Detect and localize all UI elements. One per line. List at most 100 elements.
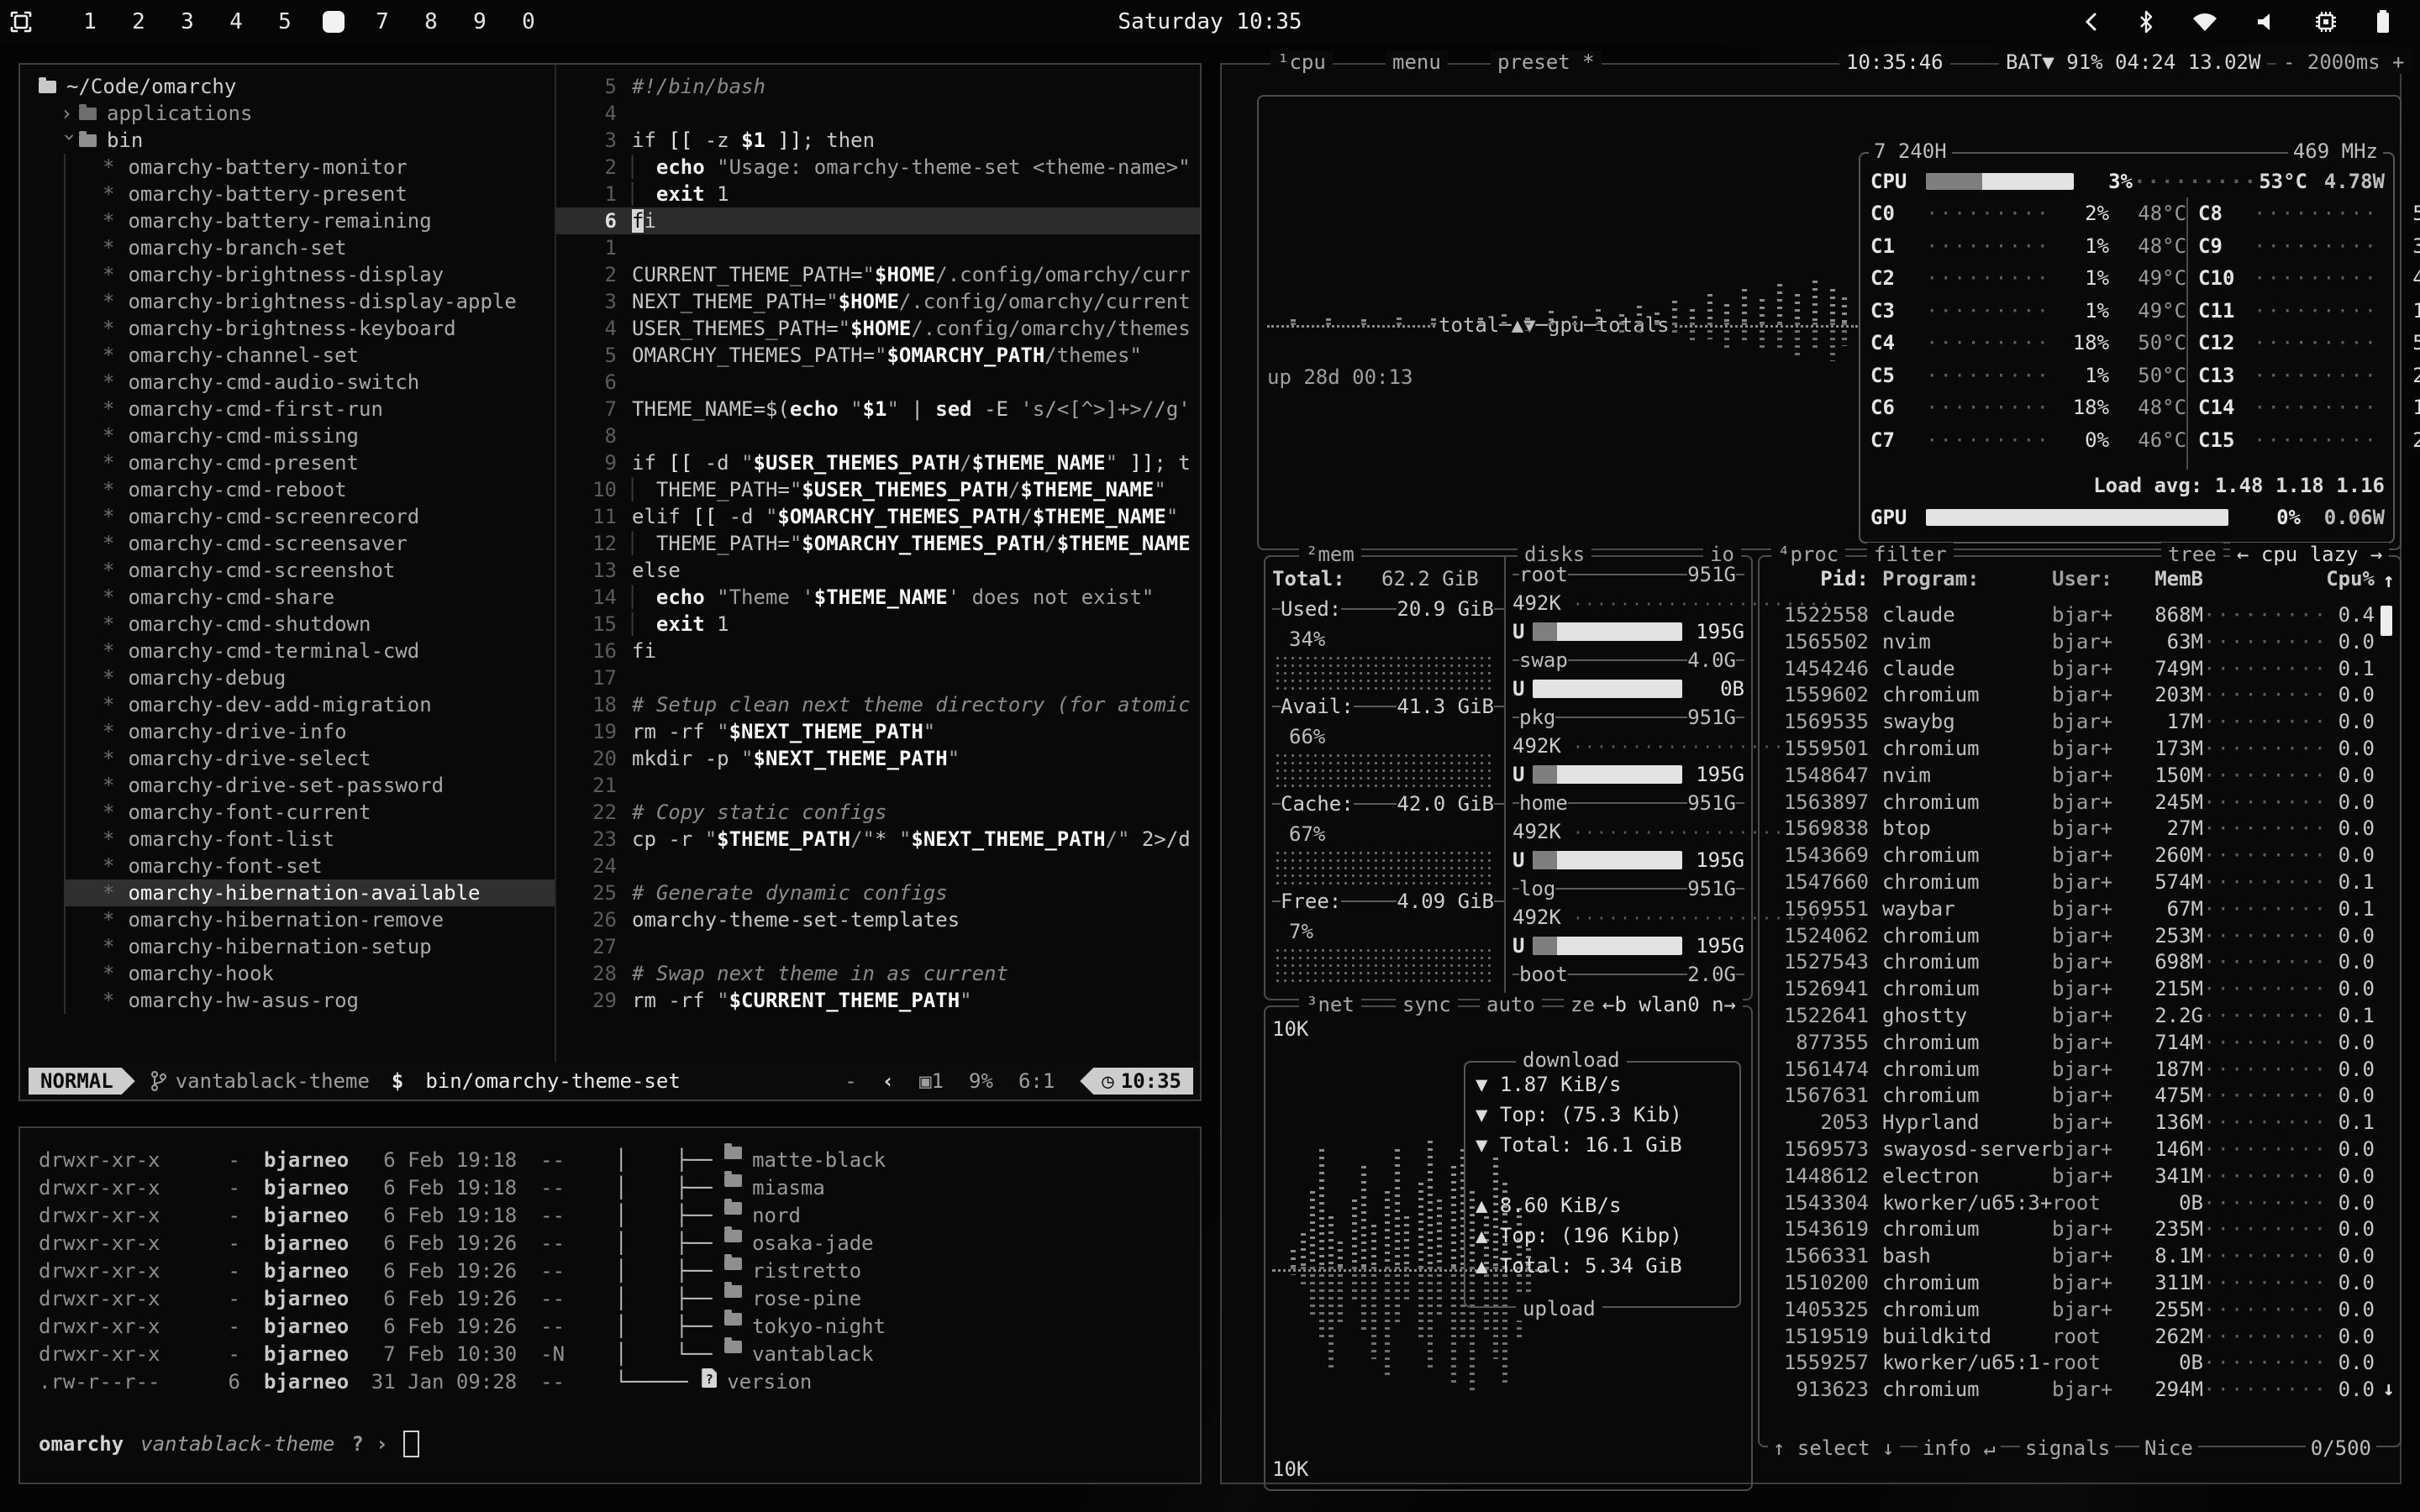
- sort-selector[interactable]: ← cpu lazy →: [2230, 543, 2389, 566]
- tree-toggle-button[interactable]: tree: [2161, 543, 2223, 566]
- proc-info-control[interactable]: info ↵: [1918, 1436, 2001, 1460]
- scroll-up-icon[interactable]: ↑: [2383, 569, 2395, 592]
- refresh-interval-control[interactable]: - 2000ms +: [2276, 50, 2412, 74]
- code-line[interactable]: 4: [556, 100, 1200, 127]
- code-line[interactable]: 17: [556, 664, 1200, 691]
- net-sync-button[interactable]: sync: [1396, 993, 1458, 1016]
- proc-row[interactable]: 1454246claudebjar+749M·········0.1: [1766, 656, 2375, 683]
- git-branch[interactable]: vantablack-theme: [150, 1069, 370, 1093]
- proc-row[interactable]: 1565502nvimbjar+63M·········0.0: [1766, 629, 2375, 656]
- proc-row[interactable]: 1561474chromiumbjar+187M·········0.0: [1766, 1057, 2375, 1084]
- proc-row[interactable]: 1543669chromiumbjar+260M·········0.0: [1766, 843, 2375, 869]
- tree-item[interactable]: *omarchy-drive-set-password: [66, 772, 555, 799]
- code-line[interactable]: 7THEME_NAME=$(echo "$1" | sed -E 's/<[^>…: [556, 396, 1200, 423]
- code-line[interactable]: 6: [556, 369, 1200, 396]
- tree-item[interactable]: *omarchy-cmd-shutdown: [66, 611, 555, 638]
- tree-item[interactable]: *omarchy-cmd-screenrecord: [66, 503, 555, 530]
- tree-item[interactable]: *omarchy-debug: [66, 664, 555, 691]
- tree-item[interactable]: *omarchy-battery-monitor: [66, 154, 555, 181]
- tree-item[interactable]: *omarchy-hibernation-remove: [66, 906, 555, 933]
- tree-item[interactable]: *omarchy-font-set: [66, 853, 555, 879]
- proc-row[interactable]: 2053Hyprlandbjar+136M·········0.1: [1766, 1110, 2375, 1137]
- tree-item[interactable]: *omarchy-drive-select: [66, 745, 555, 772]
- code-line[interactable]: 19rm -rf "$NEXT_THEME_PATH": [556, 718, 1200, 745]
- proc-row[interactable]: 877355chromiumbjar+714M·········0.0: [1766, 1030, 2375, 1057]
- code-line[interactable]: 5#!/bin/bash: [556, 73, 1200, 100]
- code-line[interactable]: 14▏ echo "Theme '$THEME_NAME' does not e…: [556, 584, 1200, 611]
- proc-nice-control[interactable]: Nice: [2139, 1436, 2198, 1460]
- tree-item[interactable]: *omarchy-cmd-missing: [66, 423, 555, 449]
- proc-row[interactable]: 1559501chromiumbjar+173M·········0.0: [1766, 736, 2375, 763]
- proc-row[interactable]: 1567631chromiumbjar+475M·········0.0: [1766, 1083, 2375, 1110]
- proc-scrollbar[interactable]: ↑ ↓: [2378, 569, 2395, 1434]
- tree-item[interactable]: *omarchy-cmd-audio-switch: [66, 369, 555, 396]
- code-line[interactable]: 8: [556, 423, 1200, 449]
- code-line[interactable]: 21: [556, 772, 1200, 799]
- tree-item[interactable]: *omarchy-drive-info: [66, 718, 555, 745]
- proc-row[interactable]: 1559257kworker/u65:1-rroot0B·········0.0: [1766, 1350, 2375, 1377]
- chevron-left-icon[interactable]: [2082, 11, 2101, 33]
- code-line[interactable]: 25# Generate dynamic configs: [556, 879, 1200, 906]
- code-line[interactable]: 4USER_THEMES_PATH="$HOME/.config/omarchy…: [556, 315, 1200, 342]
- tree-item[interactable]: *omarchy-brightness-display: [66, 261, 555, 288]
- proc-row[interactable]: 1519519buildkitdroot262M·········0.0: [1766, 1324, 2375, 1351]
- tree-item[interactable]: *omarchy-brightness-keyboard: [66, 315, 555, 342]
- code-line[interactable]: 1▏ exit 1: [556, 181, 1200, 207]
- chip-icon[interactable]: [2314, 10, 2338, 34]
- shell-prompt[interactable]: omarchy vantablack-theme ? ›: [39, 1430, 1200, 1458]
- tree-item[interactable]: *omarchy-brightness-display-apple: [66, 288, 555, 315]
- tree-dir-bin[interactable]: ›bin: [39, 127, 555, 154]
- proc-row[interactable]: 1448612electronbjar+341M·········0.0: [1766, 1163, 2375, 1190]
- code-line[interactable]: 9if [[ -d "$USER_THEMES_PATH/$THEME_NAME…: [556, 449, 1200, 476]
- battery-icon[interactable]: [2375, 9, 2391, 34]
- volume-icon[interactable]: [2255, 11, 2277, 33]
- net-interface[interactable]: ←b wlan0 n→: [1596, 993, 1743, 1016]
- code-editor[interactable]: 5#!/bin/bash43if [[ -z $1 ]]; then2▏ ech…: [556, 65, 1200, 1063]
- tree-item[interactable]: *omarchy-font-list: [66, 826, 555, 853]
- tree-item[interactable]: *omarchy-channel-set: [66, 342, 555, 369]
- preset-button[interactable]: preset *: [1491, 50, 1602, 74]
- proc-row[interactable]: 1526941chromiumbjar+215M·········0.0: [1766, 976, 2375, 1003]
- filter-button[interactable]: filter: [1867, 543, 1954, 566]
- proc-row[interactable]: 1405325chromiumbjar+255M·········0.0: [1766, 1297, 2375, 1324]
- code-line[interactable]: 22# Copy static configs: [556, 799, 1200, 826]
- proc-row[interactable]: 1563897chromiumbjar+245M·········0.0: [1766, 790, 2375, 816]
- tree-item[interactable]: *omarchy-battery-remaining: [66, 207, 555, 234]
- proc-row[interactable]: 1524062chromiumbjar+253M·········0.0: [1766, 923, 2375, 950]
- menu-button[interactable]: menu: [1386, 50, 1448, 74]
- proc-row[interactable]: 1569838btopbjar+27M·········0.0: [1766, 816, 2375, 843]
- tree-item[interactable]: *omarchy-dev-add-migration: [66, 691, 555, 718]
- code-line[interactable]: 2▏ echo "Usage: omarchy-theme-set <theme…: [556, 154, 1200, 181]
- code-line[interactable]: 13else: [556, 557, 1200, 584]
- tree-item[interactable]: *omarchy-hw-asus-rog: [66, 987, 555, 1014]
- tree-item[interactable]: *omarchy-cmd-terminal-cwd: [66, 638, 555, 664]
- code-line[interactable]: 12▏ THEME_PATH="$OMARCHY_THEMES_PATH/$TH…: [556, 530, 1200, 557]
- code-line[interactable]: 18# Setup clean next theme directory (fo…: [556, 691, 1200, 718]
- scroll-down-icon[interactable]: ↓: [2383, 1377, 2395, 1400]
- tree-dir-applications[interactable]: ›applications: [39, 100, 555, 127]
- tree-item[interactable]: *omarchy-cmd-reboot: [66, 476, 555, 503]
- wifi-icon[interactable]: [2191, 11, 2218, 33]
- proc-row[interactable]: 1522558claudebjar+868M·········0.4: [1766, 602, 2375, 629]
- proc-row[interactable]: 913623chromiumbjar+294M·········0.0: [1766, 1377, 2375, 1404]
- proc-signals-control[interactable]: signals: [2020, 1436, 2115, 1460]
- code-line[interactable]: 28# Swap next theme in as current: [556, 960, 1200, 987]
- code-line[interactable]: 20mkdir -p "$NEXT_THEME_PATH": [556, 745, 1200, 772]
- proc-row[interactable]: 1569551waybarbjar+67M·········0.1: [1766, 896, 2375, 923]
- tree-item[interactable]: *omarchy-cmd-screenshot: [66, 557, 555, 584]
- code-line[interactable]: 11elif [[ -d "$OMARCHY_THEMES_PATH/$THEM…: [556, 503, 1200, 530]
- code-line[interactable]: 29rm -rf "$CURRENT_THEME_PATH": [556, 987, 1200, 1014]
- proc-row[interactable]: 1543619chromiumbjar+235M·········0.0: [1766, 1216, 2375, 1243]
- tree-item[interactable]: *omarchy-hibernation-available: [66, 879, 555, 906]
- proc-row[interactable]: 1543304kworker/u65:3+iroot0B·········0.0: [1766, 1190, 2375, 1217]
- code-line[interactable]: 1: [556, 234, 1200, 261]
- code-line[interactable]: 10▏ THEME_PATH="$USER_THEMES_PATH/$THEME…: [556, 476, 1200, 503]
- code-line[interactable]: 3if [[ -z $1 ]]; then: [556, 127, 1200, 154]
- tree-item[interactable]: *omarchy-battery-present: [66, 181, 555, 207]
- code-line[interactable]: 26omarchy-theme-set-templates: [556, 906, 1200, 933]
- code-line[interactable]: 23cp -r "$THEME_PATH/"* "$NEXT_THEME_PAT…: [556, 826, 1200, 853]
- tree-item[interactable]: *omarchy-hook: [66, 960, 555, 987]
- net-box-tab[interactable]: ³net: [1299, 993, 1361, 1016]
- code-line[interactable]: 2CURRENT_THEME_PATH="$HOME/.config/omarc…: [556, 261, 1200, 288]
- proc-row[interactable]: 1527543chromiumbjar+698M·········0.0: [1766, 949, 2375, 976]
